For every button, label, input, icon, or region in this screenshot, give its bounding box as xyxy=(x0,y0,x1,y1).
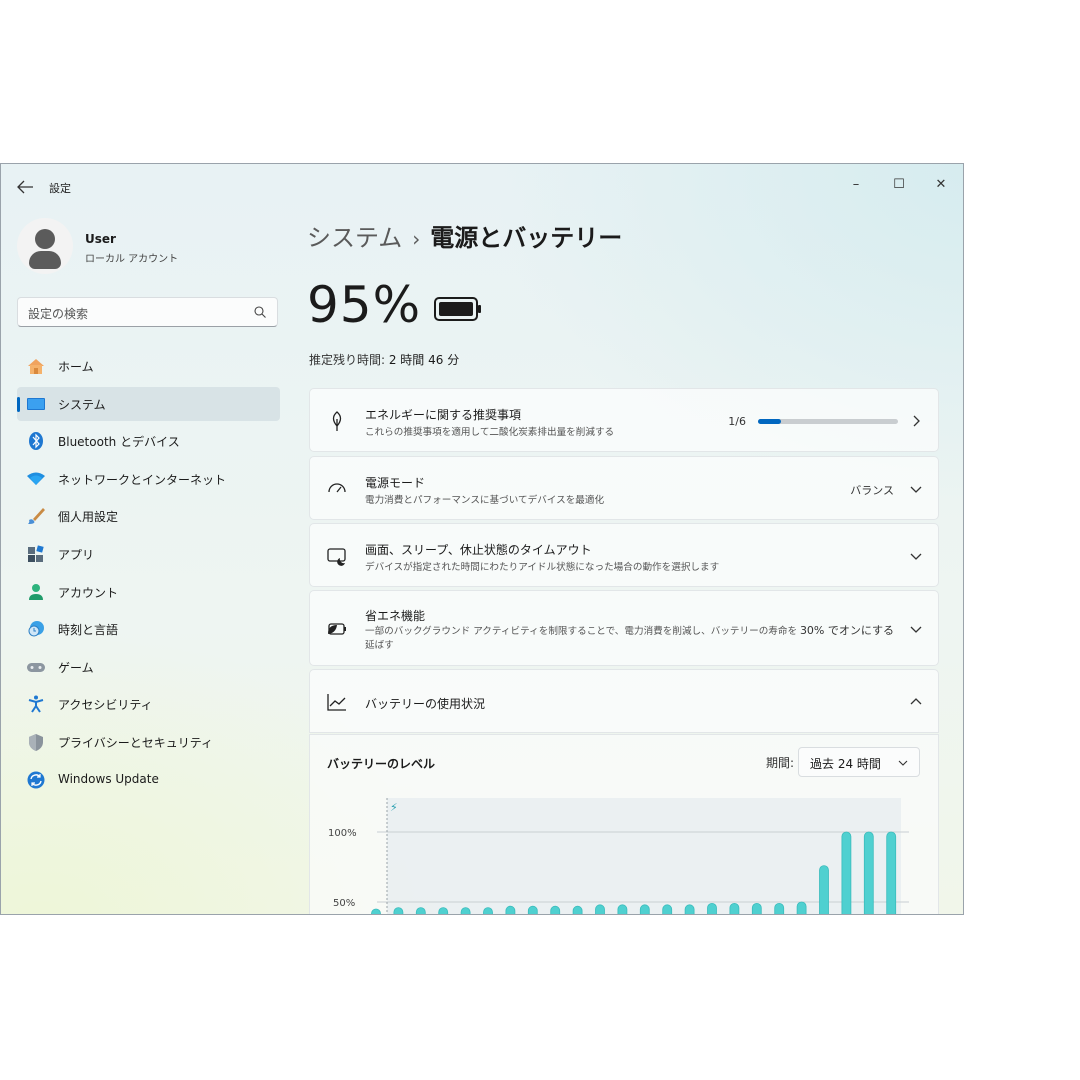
energy-saver-threshold[interactable]: 30% でオンにする xyxy=(800,622,894,638)
battery-icon xyxy=(434,297,481,321)
battery-level-bar xyxy=(415,907,426,914)
search-icon xyxy=(254,306,266,318)
search-placeholder: 設定の検索 xyxy=(28,307,89,321)
battery-usage-card[interactable]: バッテリーの使用状況 xyxy=(309,669,939,733)
battery-percent: 95% xyxy=(307,276,422,334)
page-title: 電源とバッテリー xyxy=(430,224,623,252)
sidebar-item-apps[interactable]: アプリ xyxy=(17,537,280,571)
chevron-down-icon xyxy=(910,553,922,560)
battery-level-bar xyxy=(796,901,807,914)
wifi-icon xyxy=(27,472,45,485)
battery-level-bar xyxy=(483,907,493,914)
y-tick-label: 100% xyxy=(328,828,357,839)
screen-sleep-card[interactable]: 画面、スリープ、休止状態のタイムアウト デバイスが指定された時間にわたりアイドル… xyxy=(309,523,939,587)
battery-level-bar xyxy=(886,831,897,914)
home-icon xyxy=(28,359,44,374)
breadcrumb: システム › 電源とバッテリー xyxy=(307,218,622,253)
app-title: 設定 xyxy=(49,182,71,195)
recommendation-progress xyxy=(758,419,898,424)
y-tick-label: 50% xyxy=(333,898,355,909)
account-icon xyxy=(29,583,43,600)
period-select[interactable]: 過去 24 時間 xyxy=(798,747,920,777)
sidebar-item-privacy[interactable]: プライバシーとセキュリティ xyxy=(17,725,280,759)
battery-level-bar xyxy=(505,905,516,914)
battery-level-bar xyxy=(460,907,471,914)
user-name: User xyxy=(85,232,116,246)
battery-level-bar xyxy=(819,865,829,914)
sidebar-item-network[interactable]: ネットワークとインターネット xyxy=(17,462,280,496)
power-mode-card[interactable]: 電源モード 電力消費とパフォーマンスに基づいてデバイスを最適化 バランス xyxy=(309,456,939,520)
avatar xyxy=(17,218,73,274)
sidebar-nav: ホーム システム Bluetooth とデバイス ネットワークとインターネット … xyxy=(17,349,280,800)
chevron-down-icon xyxy=(910,626,922,633)
bluetooth-icon xyxy=(29,432,43,451)
battery-level-bar xyxy=(662,904,673,914)
chevron-up-icon xyxy=(910,698,922,705)
chevron-down-icon xyxy=(910,486,922,493)
sidebar-item-bluetooth[interactable]: Bluetooth とデバイス xyxy=(17,424,280,458)
sidebar-item-accounts[interactable]: アカウント xyxy=(17,575,280,609)
apps-icon xyxy=(28,545,44,562)
sidebar-item-gaming[interactable]: ゲーム xyxy=(17,650,280,684)
chart-line-icon xyxy=(327,694,346,711)
accessibility-icon xyxy=(28,695,44,713)
remaining-time: 推定残り時間: 2 時間 46 分 xyxy=(309,353,460,367)
breadcrumb-parent[interactable]: システム xyxy=(307,224,402,252)
time-language-icon xyxy=(28,621,44,637)
battery-level-bar xyxy=(550,905,561,914)
battery-level-bar xyxy=(617,904,628,914)
sidebar-item-personalization[interactable]: 個人用設定 xyxy=(17,499,280,533)
battery-level-bar xyxy=(572,905,583,914)
sidebar-item-home[interactable]: ホーム xyxy=(17,349,280,383)
minimize-button[interactable]: – xyxy=(835,170,877,200)
close-button[interactable]: ✕ xyxy=(920,170,962,200)
settings-window: 設定 – ☐ ✕ User ローカル アカウント 設定の検索 ホーム システム … xyxy=(0,163,964,915)
update-icon xyxy=(27,771,45,789)
breadcrumb-separator: › xyxy=(412,227,421,251)
battery-level-bar xyxy=(371,908,381,914)
chevron-down-icon xyxy=(898,760,908,766)
battery-level-bar xyxy=(707,903,717,914)
gamepad-icon xyxy=(27,662,45,672)
battery-level-bar xyxy=(639,904,650,914)
battery-level-bar xyxy=(863,831,874,914)
battery-level-bar xyxy=(438,907,449,914)
maximize-button[interactable]: ☐ xyxy=(878,170,920,200)
sidebar-item-system[interactable]: システム xyxy=(17,386,280,421)
battery-level-bar xyxy=(393,907,404,914)
chevron-right-icon xyxy=(913,415,920,427)
charging-marker-icon: ⚡ xyxy=(390,801,398,814)
account-type: ローカル アカウント xyxy=(85,254,179,265)
energy-saver-card[interactable]: 省エネ機能 一部のバックグラウンド アクティビティを制限することで、電力消費を削… xyxy=(309,590,939,666)
brush-icon xyxy=(28,508,45,525)
leaf-icon xyxy=(332,411,342,431)
screen-sleep-icon xyxy=(327,548,346,566)
search-input[interactable]: 設定の検索 xyxy=(17,297,278,327)
power-mode-select[interactable]: バランス xyxy=(850,482,894,498)
title-bar: 設定 – ☐ ✕ xyxy=(1,164,963,208)
battery-level-bar xyxy=(684,904,695,914)
power-mode-icon xyxy=(328,483,346,493)
battery-level-bar xyxy=(751,903,762,914)
period-label: 期間: xyxy=(766,756,795,770)
sidebar-item-windows-update[interactable]: Windows Update xyxy=(17,763,280,797)
recommendation-count: 1/6 xyxy=(728,415,746,428)
battery-level-bar xyxy=(595,904,605,914)
battery-level-bar xyxy=(774,903,785,914)
battery-level-bar xyxy=(841,831,852,914)
system-icon xyxy=(27,397,45,410)
battery-level-bar xyxy=(729,903,740,914)
sidebar-item-time-language[interactable]: 時刻と言語 xyxy=(17,612,280,646)
shield-icon xyxy=(29,733,43,751)
battery-level-title: バッテリーのレベル xyxy=(327,757,436,771)
back-arrow-icon[interactable] xyxy=(15,178,35,196)
sidebar-item-accessibility[interactable]: アクセシビリティ xyxy=(17,687,280,721)
energy-saver-icon xyxy=(328,623,346,635)
battery-level-bar xyxy=(527,905,538,914)
battery-level-chart: 100% 50% ⚡ xyxy=(328,798,909,914)
